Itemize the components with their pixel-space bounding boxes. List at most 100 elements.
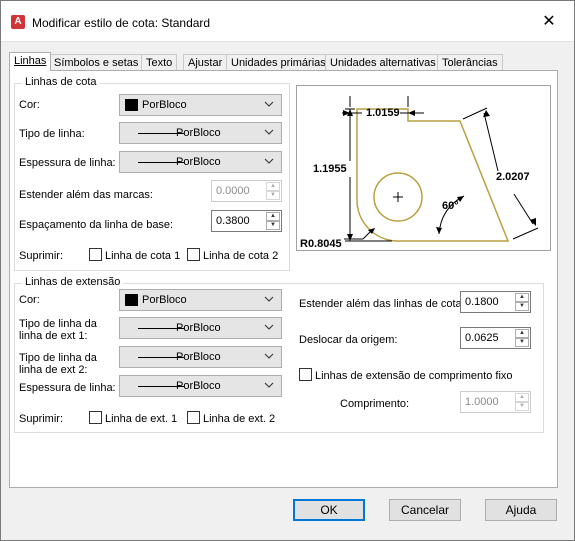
spinner-value: 1.0000 (465, 396, 499, 408)
spinner-buttons: ▲ ▼ (515, 393, 529, 411)
ext-suppress-label: Suprimir: (19, 413, 64, 425)
length-label: Comprimento: (340, 398, 410, 410)
dim-baseline-spinner[interactable]: 0.3800 ▲ ▼ (211, 210, 282, 232)
chevron-down-icon (264, 353, 274, 359)
spin-down-icon[interactable]: ▼ (515, 338, 529, 347)
tab-tolerancias[interactable]: Tolerâncias (437, 54, 503, 70)
suppress-ext-line-2-checkbox[interactable] (187, 411, 200, 424)
suppress-ext-line-2-label[interactable]: Linha de ext. 2 (203, 413, 275, 425)
group-title: Linhas de extensão (22, 276, 124, 288)
ext-lineweight-select[interactable]: PorBloco (119, 375, 282, 397)
dim-baseline-label: Espaçamento da linha de base: (19, 219, 174, 231)
color-swatch (125, 294, 138, 306)
ext-offset-spinner[interactable]: 0.0625 ▲ ▼ (460, 327, 531, 349)
part-outline (356, 108, 510, 242)
autocad-app-icon: A (11, 15, 25, 29)
dim-suppress-label: Suprimir: (19, 250, 64, 262)
dim-lineweight-label: Espessura de linha: (19, 157, 116, 169)
dim-left-text: 1.1955 (313, 163, 347, 175)
dim-extend-label: Estender além das marcas: (19, 189, 153, 201)
ext-linetype1-label-a: Tipo de linha da (19, 318, 97, 330)
spin-up-icon[interactable]: ▲ (515, 293, 529, 302)
suppress-dim-line-1-checkbox[interactable] (89, 248, 102, 261)
ext-linetype1-label-b: linha de ext 1: (19, 330, 88, 342)
spin-up-icon[interactable]: ▲ (266, 212, 280, 221)
dim-right-text: 2.0207 (496, 171, 530, 183)
spin-down-icon[interactable]: ▼ (515, 402, 529, 411)
fixed-length-label[interactable]: Linhas de extensão de comprimento fixo (315, 370, 513, 382)
spin-down-icon[interactable]: ▼ (266, 191, 280, 200)
ext-color-select[interactable]: PorBloco (119, 289, 282, 311)
spin-up-icon[interactable]: ▲ (515, 329, 529, 338)
ext-offset-label: Deslocar da origem: (299, 334, 398, 346)
group-title: Linhas de cota (22, 76, 100, 88)
spinner-value: 0.0000 (216, 185, 250, 197)
spinner-buttons: ▲ ▼ (266, 182, 280, 200)
spinner-value: 0.1800 (465, 296, 499, 308)
ext-extend-beyond-spinner[interactable]: 0.1800 ▲ ▼ (460, 291, 531, 313)
dim-color-select[interactable]: PorBloco (119, 94, 282, 116)
dim-lineweight-select[interactable]: PorBloco (119, 151, 282, 173)
dim-extend-spinner[interactable]: 0.0000 ▲ ▼ (211, 180, 282, 202)
select-value: PorBloco (176, 380, 221, 392)
select-value: PorBloco (176, 156, 221, 168)
chevron-down-icon (264, 296, 274, 302)
ok-button[interactable]: OK (293, 499, 365, 521)
suppress-dim-line-2-checkbox[interactable] (187, 248, 200, 261)
suppress-dim-line-1-label[interactable]: Linha de cota 1 (105, 250, 180, 262)
suppress-ext-line-1-label[interactable]: Linha de ext. 1 (105, 413, 177, 425)
color-swatch (125, 99, 138, 111)
close-icon[interactable]: ✕ (538, 12, 560, 32)
suppress-ext-line-1-checkbox[interactable] (89, 411, 102, 424)
spin-up-icon[interactable]: ▲ (515, 393, 529, 402)
dim-linetype-label: Tipo de linha: (19, 128, 85, 140)
ext-extend-beyond-label: Estender além das linhas de cota: (299, 298, 465, 310)
chevron-down-icon (264, 101, 274, 107)
select-value: PorBloco (142, 99, 187, 111)
length-spinner[interactable]: 1.0000 ▲ ▼ (460, 391, 531, 413)
spinner-value: 0.3800 (216, 215, 250, 227)
tab-label: Linhas (14, 55, 47, 67)
fixed-length-checkbox[interactable] (299, 368, 312, 381)
chevron-down-icon (264, 382, 274, 388)
select-value: PorBloco (176, 127, 221, 139)
spinner-buttons: ▲ ▼ (515, 293, 529, 311)
preview-drawing: 1.0159 1.1955 2.0207 60° R0.8045 (300, 96, 539, 250)
dim-linetype-select[interactable]: PorBloco (119, 122, 282, 144)
dim-radius-text: R0.8045 (300, 238, 342, 250)
spin-up-icon[interactable]: ▲ (266, 182, 280, 191)
spinner-buttons: ▲ ▼ (266, 212, 280, 230)
tab-texto[interactable]: Texto (141, 54, 178, 70)
ext-linetype2-label-a: Tipo de linha da (19, 352, 97, 364)
dimension-preview: 1.0159 1.1955 2.0207 60° R0.8045 (296, 85, 551, 251)
spinner-buttons: ▲ ▼ (515, 329, 529, 347)
ext-linetype2-label-b: linha de ext 2: (19, 364, 88, 376)
ext-color-label: Cor: (19, 294, 40, 306)
chevron-down-icon (264, 158, 274, 164)
select-value: PorBloco (142, 294, 187, 306)
spinner-value: 0.0625 (465, 332, 499, 344)
tab-simbolos-setas[interactable]: Símbolos e setas (49, 54, 144, 70)
tab-unidades-alternativas[interactable]: Unidades alternativas (325, 54, 441, 70)
ext-linetype1-select[interactable]: PorBloco (119, 317, 282, 339)
tab-ajustar[interactable]: Ajustar (183, 54, 228, 70)
suppress-dim-line-2-label[interactable]: Linha de cota 2 (203, 250, 278, 262)
ext-linetype2-select[interactable]: PorBloco (119, 346, 282, 368)
spin-down-icon[interactable]: ▼ (266, 221, 280, 230)
cancel-button[interactable]: Cancelar (389, 499, 461, 521)
ext-lineweight-label: Espessura de linha: (19, 382, 116, 394)
tab-unidades-primarias[interactable]: Unidades primárias (226, 54, 331, 70)
window-title: Modificar estilo de cota: Standard (32, 16, 211, 30)
title-bar: A Modificar estilo de cota: Standard ✕ (0, 0, 575, 42)
dim-angle-text: 60° (442, 200, 459, 212)
spin-down-icon[interactable]: ▼ (515, 302, 529, 311)
dim-color-label: Cor: (19, 99, 40, 111)
dim-top-text: 1.0159 (366, 107, 400, 119)
tab-linhas[interactable]: Linhas (9, 52, 52, 71)
chevron-down-icon (264, 324, 274, 330)
select-value: PorBloco (176, 351, 221, 363)
select-value: PorBloco (176, 322, 221, 334)
chevron-down-icon (264, 129, 274, 135)
preview-geometry (356, 108, 510, 242)
help-button[interactable]: Ajuda (485, 499, 557, 521)
